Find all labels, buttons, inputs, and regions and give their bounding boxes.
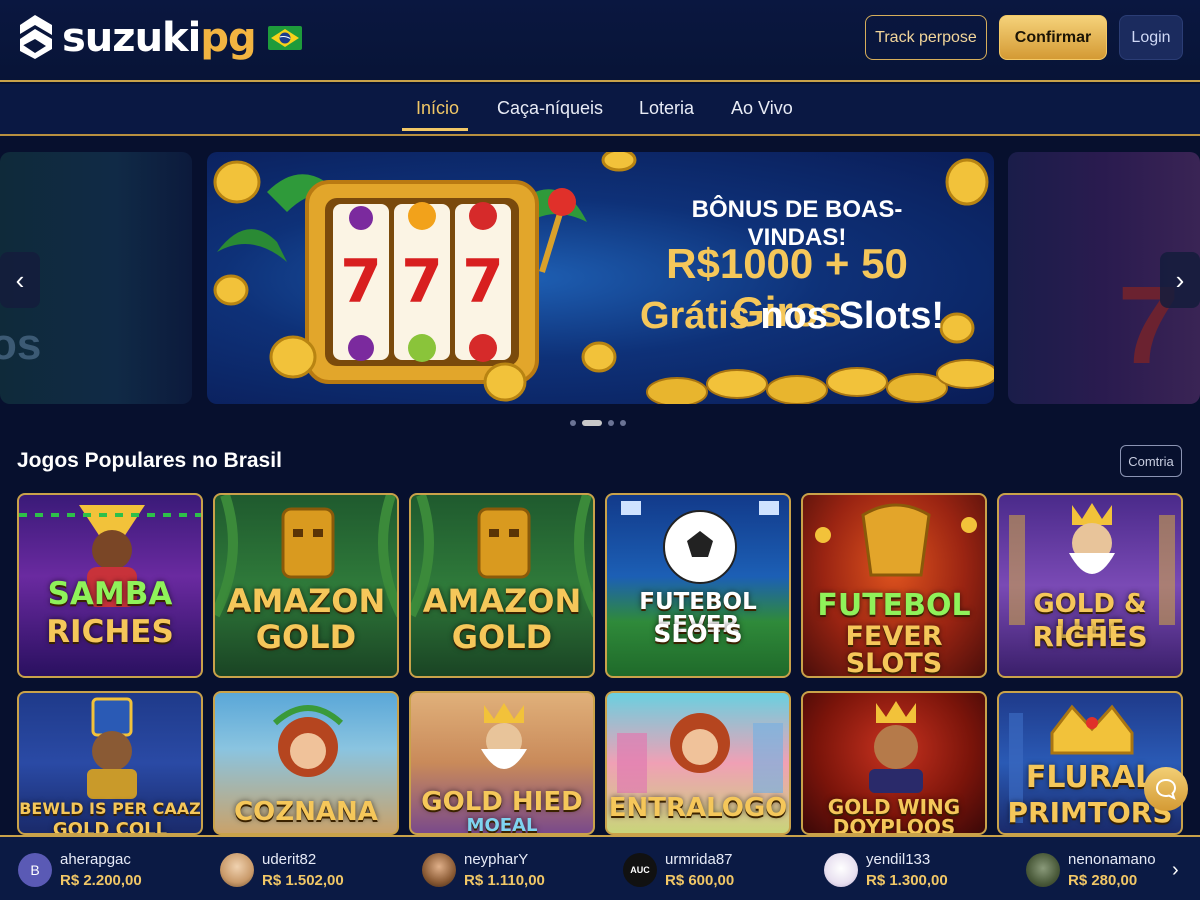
svg-text:7: 7 [462, 247, 504, 317]
winners-next-button[interactable]: › [1172, 859, 1179, 882]
login-button[interactable]: Login [1119, 15, 1183, 60]
winner-name: nenonamano [1068, 851, 1156, 868]
game-card-gold-llee-riches[interactable]: GOLD & LLEE RICHES [997, 493, 1183, 678]
promo-banner[interactable]: 7 7 7 BÔNUS DE BOAS-VINDAS! R$1000 + 50 … [207, 152, 994, 404]
game-art [621, 501, 779, 584]
avatar [220, 853, 254, 887]
site-header: suzukipg Track perpose Confirmar Login [0, 0, 1200, 82]
section-title: Jogos Populares no Brasil [17, 449, 282, 472]
game-title-line-1: AMAZON [422, 582, 582, 620]
recent-winners-bar: B aherapgac R$ 2.200,00 uderit82 R$ 1.50… [0, 835, 1200, 900]
winner-item[interactable]: yendil133 R$ 1.300,00 [824, 847, 948, 893]
banner-line-2-rest: nos Slots! [749, 295, 945, 337]
carousel-next-button[interactable]: › [1160, 252, 1200, 308]
winner-amount: R$ 1.502,00 [262, 872, 344, 889]
game-title-line-1: COZNANA [234, 797, 378, 827]
carousel-dot[interactable] [608, 420, 614, 426]
track-button[interactable]: Track perpose [865, 15, 987, 60]
game-card-amazon-gold[interactable]: AMAZON GOLD [213, 493, 399, 678]
carousel-prev-button[interactable]: ‹ [0, 252, 40, 308]
winner-amount: R$ 280,00 [1068, 872, 1138, 889]
game-title-line-2: RICHES [46, 614, 174, 650]
game-title-line-2: RICHES [1032, 620, 1148, 653]
chevron-right-icon: › [1175, 264, 1185, 295]
winner-amount: R$ 600,00 [665, 872, 735, 889]
game-title-line-2: GOLD [451, 618, 553, 656]
game-title-line-1: AMAZON [226, 582, 386, 620]
winner-amount: R$ 1.300,00 [866, 872, 948, 889]
game-title-line-1: FUTEBOL [817, 588, 971, 623]
avatar [1026, 853, 1060, 887]
winner-item[interactable]: AUC urmrida87 R$ 600,00 [623, 847, 734, 893]
carousel-dots [570, 420, 626, 426]
winner-name: yendil133 [866, 851, 931, 868]
game-title-line-1: SAMBA [47, 576, 173, 612]
avatar [422, 853, 456, 887]
game-title-line-1: GOLD HIED [421, 787, 583, 817]
chat-button[interactable] [1144, 767, 1188, 811]
game-card-gold-wing[interactable]: GOLD WING DOYPLOOS [801, 691, 987, 835]
svg-text:7: 7 [340, 247, 382, 317]
game-card-bewld-gold-coll[interactable]: BEWLD IS PER CAAZ GOLD COLL [17, 691, 203, 835]
prev-slide-decoration: os [0, 320, 42, 369]
nav-item-inicio[interactable]: Início [416, 98, 459, 119]
game-card-entralogo[interactable]: ENTRALOGO [605, 691, 791, 835]
winner-amount: R$ 1.110,00 [464, 872, 545, 889]
logo-s-icon [20, 15, 52, 59]
avatar [824, 853, 858, 887]
winner-item[interactable]: nenonamano R$ 280,00 [1026, 847, 1156, 893]
chat-bubble-icon [1155, 778, 1177, 800]
banner-offer-line-2: Grátis nos Slots! [627, 295, 957, 338]
game-card-gold-hied-moeal[interactable]: GOLD HIED MOEAL [409, 691, 595, 835]
winner-item[interactable]: uderit82 R$ 1.502,00 [220, 847, 344, 893]
game-title-line-2: DOYPLOOS [832, 815, 956, 835]
game-title-line-2: GOLD COLL [52, 819, 168, 835]
avatar: B [18, 853, 52, 887]
game-title-line-2: FEVER SLOTS [845, 621, 943, 678]
game-card-amazon-gold-2[interactable]: AMAZON GOLD [409, 493, 595, 678]
nav-active-indicator [402, 128, 468, 131]
game-card-samba-riches[interactable]: SAMBA RICHES [17, 493, 203, 678]
game-card-flural-primtors[interactable]: FLURAL PRIMTORS [997, 691, 1183, 835]
winner-name: neypharY [464, 851, 529, 868]
banner-highlight: Grátis [639, 295, 750, 337]
game-title-line-2: GOLD [255, 618, 357, 656]
confirm-button[interactable]: Confirmar [999, 15, 1107, 60]
nav-item-ao-vivo[interactable]: Ao Vivo [731, 98, 793, 119]
nav-item-caca-niqueis[interactable]: Caça-níqueis [497, 98, 603, 119]
logo-text: suzukipg [62, 15, 257, 61]
nav-item-loteria[interactable]: Loteria [639, 98, 694, 119]
game-title-line-1: GOLD WING [827, 795, 961, 819]
site-logo[interactable]: suzukipg [16, 10, 302, 66]
winner-item[interactable]: B aherapgac R$ 2.200,00 [18, 847, 142, 893]
game-title-line-2: SLOTS [653, 619, 743, 648]
game-title-line-2: MOEAL [466, 815, 538, 835]
carousel-dot[interactable] [620, 420, 626, 426]
avatar: AUC [623, 853, 657, 887]
game-card-futebol-fever-slots[interactable]: FUTEBOL FEVER SLOTS [605, 493, 791, 678]
chevron-left-icon: ‹ [15, 264, 25, 295]
winner-item[interactable]: neypharY R$ 1.110,00 [422, 847, 545, 893]
game-title-line-1: ENTRALOGO [608, 793, 788, 823]
main-nav: Início Caça-níqueis Loteria Ao Vivo [0, 84, 1200, 136]
carousel-dot-active[interactable] [582, 420, 602, 426]
see-more-button[interactable]: Comtria [1120, 445, 1182, 477]
carousel-dot[interactable] [570, 420, 576, 426]
logo-text-accent: pg [200, 15, 256, 61]
winner-name: urmrida87 [665, 851, 733, 868]
chevron-right-icon: › [1172, 859, 1179, 881]
brazil-flag-icon [267, 26, 302, 50]
winner-name: aherapgac [60, 851, 131, 868]
logo-text-main: suzuki [62, 15, 201, 61]
game-card-futebol-fever-slots-2[interactable]: FUTEBOL FEVER SLOTS [801, 493, 987, 678]
game-card-coznana[interactable]: COZNANA [213, 691, 399, 835]
game-title-line-1: BEWLD IS PER CAAZ [19, 799, 201, 818]
svg-text:7: 7 [401, 247, 443, 317]
winner-name: uderit82 [262, 851, 317, 868]
winner-amount: R$ 2.200,00 [60, 872, 142, 889]
